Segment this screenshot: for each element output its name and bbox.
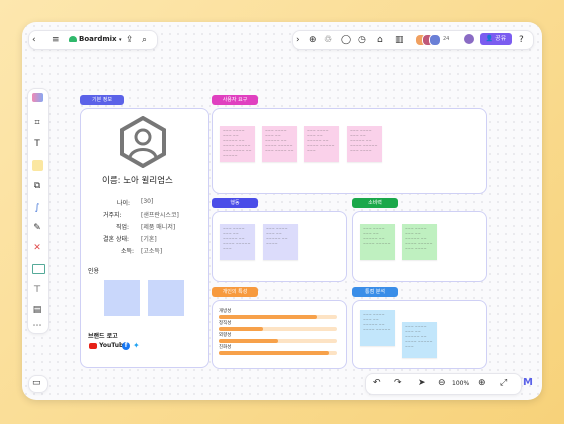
field-value: [제품 매니저] [141,224,176,231]
field-value: [샌프란시스코] [141,212,179,219]
sticky-note[interactable]: ~~~ ~~~~ ~~~ ~~ ~~~~~ ~~ ~~~~ ~~~~~ ~~~ [402,322,437,358]
personality-bar-fill [219,351,329,355]
field-value: [30] [141,198,154,205]
menu-icon[interactable]: ≡ [52,35,60,45]
quotes-label: 인용 [88,268,100,275]
sticky-note[interactable]: ~~~ ~~~~ ~~~ ~~ ~~~~~ ~~ ~~~~ ~~~~~ ~~~ … [220,126,255,162]
connector-tool-icon[interactable]: ✕ [30,242,44,254]
youtube-play-icon [89,342,97,349]
sticky-note[interactable]: ~~~ ~~~~ ~~~ ~~ ~~~~~ ~~ ~~~~ ~~~~~ [360,224,395,260]
mindmap-tool-icon[interactable]: ⊤ [30,284,44,296]
user-avatar[interactable] [464,34,474,44]
personality-bar-track [219,327,337,331]
brand[interactable]: Boardmix ▾ [69,35,122,43]
field-label: 직업: [116,224,130,231]
sticky-note[interactable]: ~~~ ~~~~ ~~~ ~~ ~~~~~ ~~ ~~~~ ~~~~~ ~~~ … [347,126,382,162]
brand-name: Boardmix [79,35,117,43]
quote-card[interactable] [148,280,184,316]
facebook-icon: f [122,342,130,350]
avatar [429,34,441,46]
avatar-count: 24 [443,36,450,42]
user-avatar-icon [120,116,166,168]
personality-bar-label: 개방성 [219,309,232,314]
behavior-frame-label[interactable]: 행동 [212,198,258,208]
chevron-down-icon: ▾ [118,37,122,43]
personality-bar-label: 정직성 [219,321,232,326]
comment-icon[interactable]: ◯ [341,35,351,45]
field-label: 나이: [117,200,131,207]
share-button[interactable]: 👤 공유 [480,33,512,45]
consumption-frame-label[interactable]: 소비력 [352,198,398,208]
ai-assistant-icon[interactable]: M [523,378,533,388]
presentation-icon[interactable]: ⌂ [377,35,383,45]
field-label: 결혼 상태: [103,236,130,243]
profile-frame-label[interactable]: 기본 정보 [80,95,124,105]
personality-bar-fill [219,327,263,331]
pain-frame-label[interactable]: 통점 분석 [352,287,398,297]
zoom-out-icon[interactable]: ⊖ [438,378,446,388]
shape-tool-icon[interactable]: ⧉ [30,180,44,192]
table-tool-icon[interactable] [32,264,45,274]
add-icon[interactable]: ⊕ [309,35,317,45]
help-icon[interactable]: ? [519,35,524,45]
text-tool-icon[interactable]: T [30,138,44,150]
needs-frame-label[interactable]: 사용자 요구 [212,95,258,105]
user-add-icon: 👤 [485,35,494,42]
personality-bar-track [219,351,337,355]
redo-icon[interactable]: ↷ [394,378,402,388]
field-label: 거주지: [103,212,122,219]
search-icon[interactable]: ⌕ [142,35,147,45]
sticky-note[interactable]: ~~~ ~~~~ ~~~ ~~ ~~~~~ ~~ ~~~~ ~~~~~ [360,310,395,346]
frame-tool-icon[interactable]: ⌗ [30,117,44,129]
sticky-note[interactable]: ~~~ ~~~~ ~~~ ~~ ~~~~~ ~~ ~~~~ ~~~~~ ~~~ … [262,126,297,162]
personality-bar-label: 외향성 [219,333,232,338]
people-icon[interactable]: ♲ [324,35,332,45]
twitter-icon: ✦ [133,341,140,350]
sticky-note[interactable]: ~~~ ~~~~ ~~~ ~~ ~~~~~ ~~ ~~~~ ~~~~~ ~~~ [220,224,255,260]
more-tools-icon[interactable]: ⋯ [30,320,44,332]
undo-icon[interactable]: ↶ [373,378,381,388]
sticky-note-tool-icon[interactable] [32,160,43,171]
app-window: ‹ ≡ Boardmix ▾ ⇪ ⌕ › ⊕ ♲ ◯ ◷ ⌂ ▥ 24 👤 공유… [22,22,542,400]
collapse-icon[interactable]: › [296,35,300,45]
zoom-in-icon[interactable]: ⊕ [478,378,486,388]
fit-screen-icon[interactable]: ⤢ [500,378,507,388]
field-value: [고소득] [141,248,163,255]
personality-frame[interactable] [212,300,347,369]
back-icon[interactable]: ‹ [32,35,36,45]
persona-name: 이름: 노아 윌리엄스 [102,176,173,186]
template-icon[interactable] [32,93,43,102]
export-icon[interactable]: ⇪ [126,35,134,45]
personality-bar-label: 친화성 [219,345,232,350]
pen-tool-icon[interactable]: ✎ [30,222,44,234]
brand-logo-label: 브랜드 로고 [88,333,118,340]
personality-bar-track [219,315,337,319]
sticky-note[interactable]: ~~~ ~~~~ ~~~ ~~ ~~~~~ ~~ ~~~~ ~~~~~ ~~~ [304,126,339,162]
personality-bar-track [219,339,337,343]
sticky-note[interactable]: ~~~ ~~~~ ~~~ ~~ ~~~~~ ~~ ~~~~ [263,224,298,260]
zoom-level[interactable]: 100% [452,380,469,387]
minimap-icon: ▭ [32,378,41,388]
field-label: 소득: [121,248,135,255]
quote-card[interactable] [104,280,140,316]
doc-tool-icon[interactable]: ▤ [30,304,44,316]
personality-frame-label[interactable]: 개인의 특성 [212,287,258,297]
share-label: 공유 [495,35,507,42]
timer-icon[interactable]: ◷ [358,35,366,45]
field-value: [기혼] [141,236,157,243]
personality-bar-fill [219,315,317,319]
line-tool-icon[interactable]: ∫ [30,202,44,214]
cursor-icon[interactable]: ➤ [418,378,426,388]
personality-bar-fill [219,339,278,343]
sticky-note[interactable]: ~~~ ~~~~ ~~~ ~~ ~~~~~ ~~ ~~~~ ~~~~~ ~~~ … [402,224,437,260]
chart-icon[interactable]: ▥ [395,35,404,45]
boardmix-logo-icon [69,36,77,42]
